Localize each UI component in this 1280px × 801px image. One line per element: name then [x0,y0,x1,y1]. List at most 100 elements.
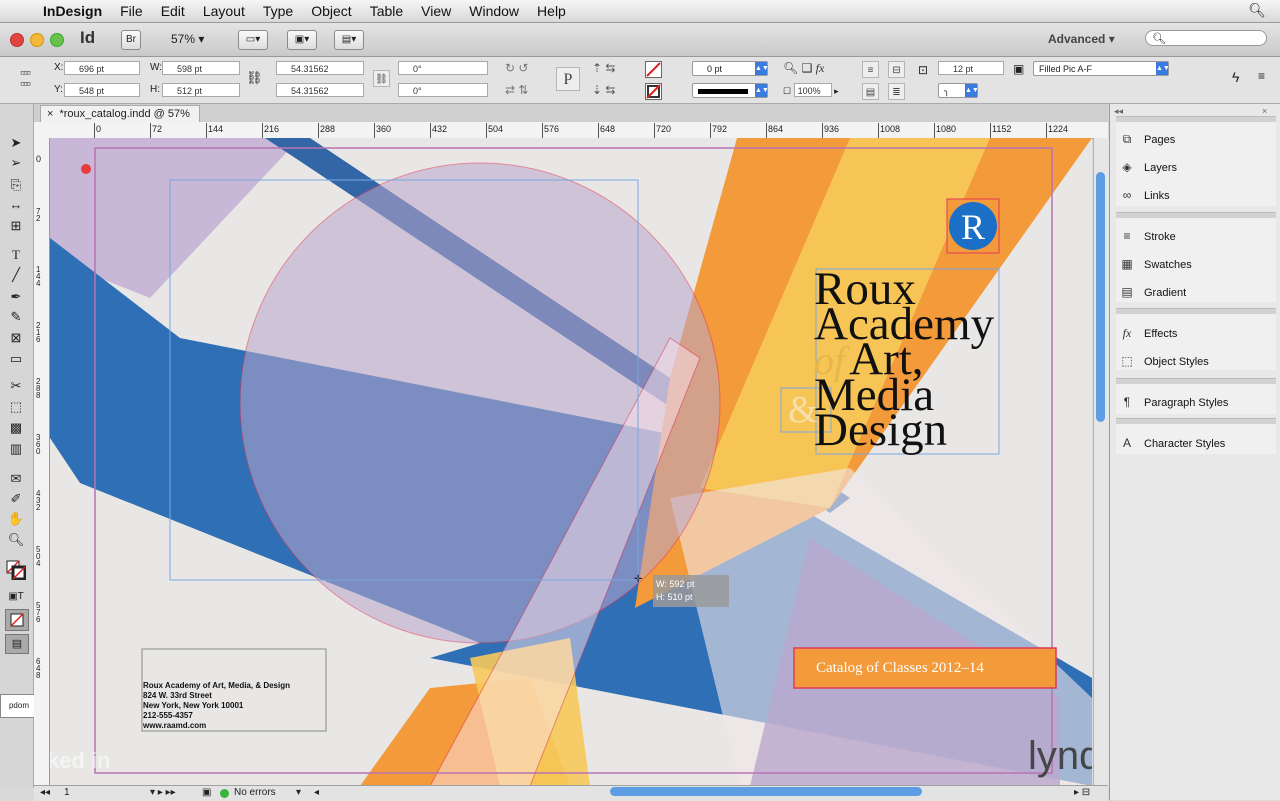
screen-mode-icon[interactable]: ▤ [5,634,29,654]
workspace-switcher[interactable]: Advanced ▾ [1048,32,1115,46]
menu-edit[interactable]: Edit [152,3,194,19]
minimize-window-button[interactable] [30,33,44,47]
panel-swatches[interactable]: ▦ Swatches [1118,254,1191,274]
vertical-scroll-thumb[interactable] [1096,172,1105,422]
hand-tool-icon[interactable]: ✋ [6,510,26,528]
scroll-arrows-icon[interactable]: ▸ ⊟ [1074,787,1090,798]
align-top-icon[interactable]: ≡ [862,61,879,78]
vertical-ruler[interactable]: 0 7 2 1 4 4 2 1 6 2 8 8 3 6 0 4 3 2 5 0 … [34,138,50,788]
eyedropper-tool-icon[interactable]: ✐ [6,490,26,508]
menu-object[interactable]: Object [302,3,360,19]
menu-window[interactable]: Window [460,3,528,19]
select-container-icon[interactable]: ⇡ ⇆ [592,61,615,75]
page-tool-icon[interactable]: ⎘ [6,176,26,194]
constrain-scale-icon[interactable]: ⛓ [373,70,390,87]
selection-tool-icon[interactable]: ➤ [6,134,26,152]
constrain-proportions-icon[interactable]: ⛓ [246,70,263,86]
page-number-field[interactable]: 1 [64,787,70,798]
height-field[interactable]: 512 pt [162,83,240,97]
note-tool-icon[interactable]: ✉ [6,470,26,488]
page-navigation-buttons[interactable]: ▾ ▸ ▸▸ [150,787,176,798]
rotate-cw-icon[interactable]: ↻ ↺ [505,61,528,75]
document-canvas[interactable]: R Roux Academy ofArt, Media Design & Cat… [50,138,1092,786]
opacity-field[interactable]: 100% [793,83,832,97]
flip-icon[interactable]: ⇄ ⇅ [505,83,528,97]
stroke-weight-dropdown[interactable]: 0 pt ▲▼ [692,61,769,76]
text-wrap-icon[interactable]: ▤ [862,83,879,100]
panel-gradient[interactable]: ▤ Gradient [1118,282,1186,302]
menu-help[interactable]: Help [528,3,575,19]
width-field[interactable]: 598 pt [162,61,240,75]
bridge-button[interactable]: Br [121,30,141,50]
apply-none-icon[interactable] [5,609,29,631]
content-collector-icon[interactable]: ⊞ [6,217,26,235]
close-dock-icon[interactable]: × [1262,106,1267,116]
stroke-type-dropdown[interactable]: ▲▼ [692,83,769,98]
menu-file[interactable]: File [111,3,152,19]
panel-stroke[interactable]: ≡ Stroke [1118,226,1175,246]
view-options-button[interactable]: ▭▾ [238,30,268,50]
open-page-icon[interactable]: ▣ [202,787,211,798]
formatting-affects-container-icon[interactable]: ▣T [6,588,26,606]
gap-tool-icon[interactable]: ↔ [6,196,26,214]
pen-tool-icon[interactable]: ✒ [6,288,26,306]
stroke-swatch-none-icon[interactable] [645,83,662,100]
fill-swatch-none-icon[interactable] [645,61,662,78]
align-center-icon[interactable]: ⊟ [888,61,905,78]
spacing-field[interactable]: 12 pt [938,61,1004,75]
panel-pages[interactable]: ⧉ Pages [1118,129,1176,149]
scale-x-field[interactable]: 54.31562 [276,61,364,75]
panel-paragraph-styles[interactable]: ¶ Paragraph Styles [1118,392,1229,412]
effects-buttons[interactable]: 🔍︎ ❑ fx [783,61,824,76]
panel-layers[interactable]: ◈ Layers [1118,157,1177,177]
fill-stroke-swatch-icon[interactable] [6,560,27,581]
spotlight-search-icon[interactable]: 🔍︎ [1248,2,1266,19]
panel-menu-icon[interactable]: ≡ [1258,69,1265,83]
close-tab-icon[interactable]: × [47,108,53,120]
opacity-control[interactable]: ☐ 100% ▸ [783,83,839,97]
gradient-feather-tool-icon[interactable]: ▥ [6,440,26,458]
rectangle-tool-icon[interactable]: ▭ [6,350,26,368]
panel-effects[interactable]: fx Effects [1118,323,1178,343]
free-transform-tool-icon[interactable]: ⬚ [6,398,26,416]
panel-character-styles[interactable]: A Character Styles [1118,433,1225,453]
gradient-swatch-tool-icon[interactable]: ▩ [6,419,26,437]
preflight-status[interactable]: No errors [234,787,276,798]
panel-links[interactable]: ∞ Links [1118,185,1170,205]
zoom-tool-icon[interactable]: 🔍︎ [6,531,26,549]
reference-point-icon[interactable]: ▫▫▫ ▫▫▫ [20,65,42,90]
document-tab[interactable]: × *roux_catalog.indd @ 57% [40,105,200,122]
align-bottom-icon[interactable]: ≣ [888,83,905,100]
menu-view[interactable]: View [412,3,460,19]
close-window-button[interactable] [10,33,24,47]
chevron-down-icon[interactable]: ▾ [296,787,301,798]
pencil-tool-icon[interactable]: ✎ [6,308,26,326]
zoom-level-dropdown[interactable]: 57% ▾ [171,32,204,46]
screen-mode-button[interactable]: ▣▾ [287,30,317,50]
y-position-field[interactable]: 548 pt [64,83,140,97]
direct-selection-tool-icon[interactable]: ➢ [6,154,26,172]
first-page-button[interactable]: ◂◂ [40,787,50,798]
shear-angle-field[interactable]: 0° [398,83,488,97]
select-content-icon[interactable]: ⇣ ⇆ [592,83,615,97]
rectangle-frame-tool-icon[interactable]: ⊠ [6,329,26,347]
help-search-input[interactable]: 🔍︎ [1145,30,1267,46]
scale-y-field[interactable]: 54.31562 [276,83,364,97]
menu-type[interactable]: Type [254,3,302,19]
object-style-dropdown[interactable]: Filled Pic A-F ▲▼ [1033,61,1170,76]
line-tool-icon[interactable]: ╱ [6,266,26,284]
zoom-window-button[interactable] [50,33,64,47]
arrange-documents-button[interactable]: ▤▾ [334,30,364,50]
x-position-field[interactable]: 696 pt [64,61,140,75]
horizontal-scroll-thumb[interactable] [610,787,922,796]
menu-layout[interactable]: Layout [194,3,254,19]
menu-app[interactable]: InDesign [34,3,111,19]
horizontal-ruler[interactable]: 0 72 144 216 288 360 432 504 576 648 720… [34,122,1108,139]
corner-options-dropdown[interactable]: ╮ ▲▼ [938,83,979,98]
panel-object-styles[interactable]: ⬚ Object Styles [1118,351,1208,371]
menu-table[interactable]: Table [361,3,412,19]
quick-apply-icon[interactable]: ϟ [1232,69,1239,85]
scissors-tool-icon[interactable]: ✂ [6,377,26,395]
scroll-left-icon[interactable]: ◂ [314,787,319,798]
type-tool-icon[interactable]: T [6,246,26,264]
